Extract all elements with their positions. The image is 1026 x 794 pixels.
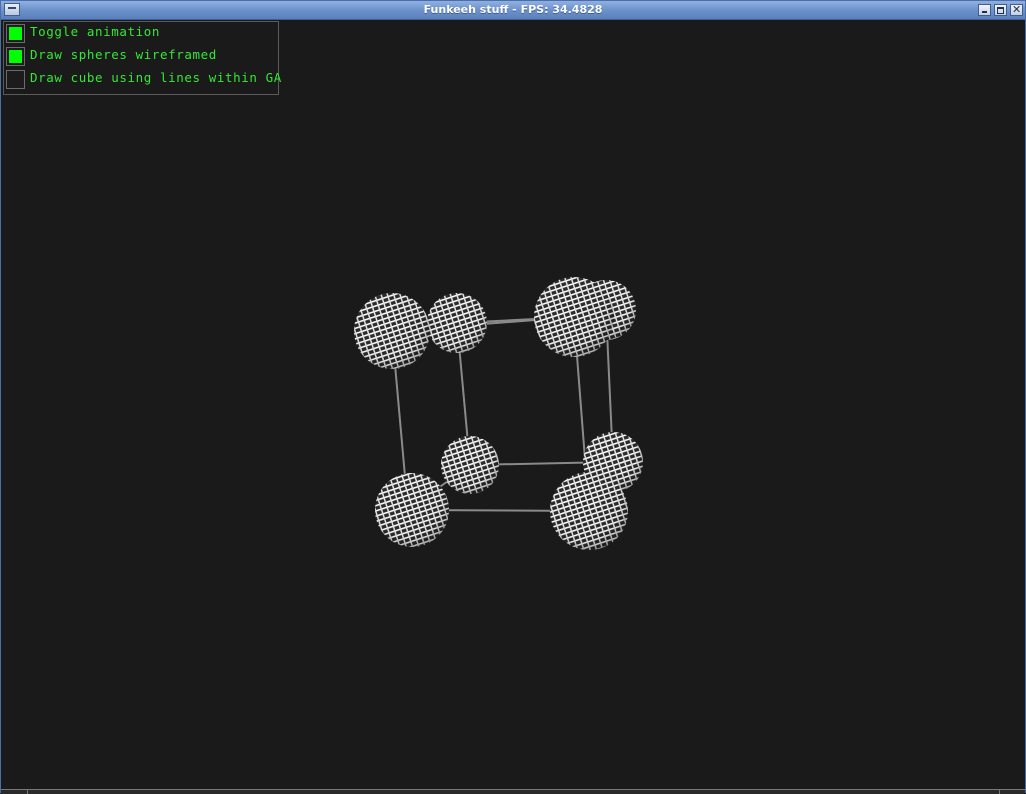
app-window: Funkeeh stuff - FPS: 34.4828 ✕ Toggle an… <box>0 0 1026 794</box>
draw-spheres-wireframed-checkbox[interactable] <box>6 47 25 66</box>
wireframe-sphere <box>375 473 449 547</box>
spheres <box>354 277 643 550</box>
draw-cube-lines-checkbox[interactable] <box>6 70 25 89</box>
option-label: Toggle animation <box>30 24 161 39</box>
options-panel: Toggle animation Draw spheres wireframed… <box>3 21 282 95</box>
3d-scene <box>354 277 643 550</box>
option-label: Draw cube using lines within GA <box>30 70 282 85</box>
resize-grip[interactable] <box>27 790 28 794</box>
option-draw-cube-lines[interactable]: Draw cube using lines within GA <box>4 68 282 90</box>
wireframe-sphere <box>427 293 487 353</box>
checkbox-checked-mark <box>9 50 22 63</box>
wireframe-sphere <box>441 436 499 494</box>
option-toggle-animation[interactable]: Toggle animation <box>4 22 280 44</box>
wireframe-sphere <box>534 277 614 357</box>
toggle-animation-checkbox[interactable] <box>6 24 25 43</box>
wireframe-sphere <box>550 472 628 550</box>
window-bottom-border[interactable] <box>1 789 1025 794</box>
option-draw-spheres-wireframed[interactable]: Draw spheres wireframed <box>4 45 280 67</box>
wireframe-sphere <box>354 293 430 369</box>
checkbox-checked-mark <box>9 27 22 40</box>
resize-grip[interactable] <box>999 790 1000 794</box>
option-label: Draw spheres wireframed <box>30 47 217 62</box>
